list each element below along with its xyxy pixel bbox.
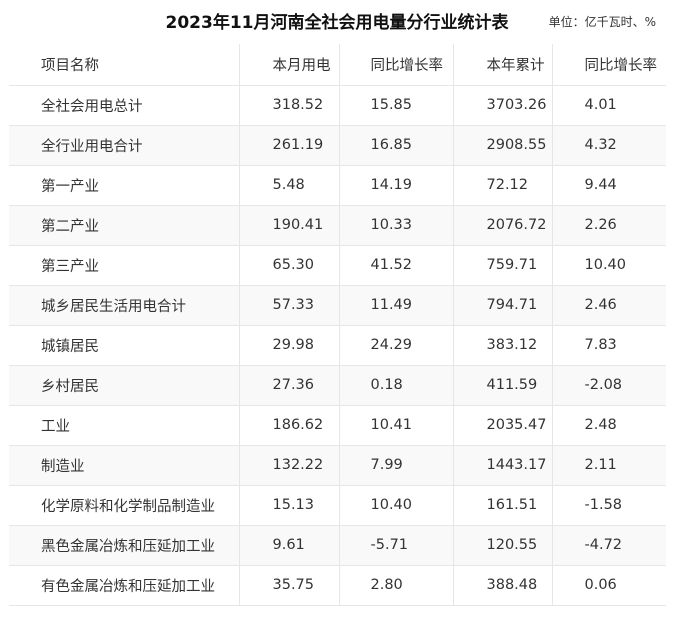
table-row: 化学原料和化学制品制造业 15.13 10.40 161.51 -1.58: [9, 485, 666, 526]
cell-year-total: 120.55: [453, 525, 553, 566]
table-row: 黑色金属冶炼和压延加工业 9.61 -5.71 120.55 -4.72: [9, 525, 666, 566]
cell-item-name: 乡村居民: [9, 365, 240, 406]
cell-year-total: 759.71: [453, 245, 553, 286]
header-cell-item-name: 项目名称: [9, 44, 240, 86]
cell-item-name: 全社会用电总计: [9, 85, 240, 126]
header-cell-month-yoy: 同比增长率: [339, 44, 454, 86]
cell-month-yoy: 41.52: [339, 245, 454, 286]
cell-item-name: 第一产业: [9, 165, 240, 206]
cell-year-yoy: 2.11: [552, 445, 666, 486]
cell-month-yoy: 16.85: [339, 125, 454, 166]
cell-year-total: 161.51: [453, 485, 553, 526]
cell-month-usage: 132.22: [239, 445, 340, 486]
cell-item-name: 第二产业: [9, 205, 240, 246]
cell-year-yoy: 0.06: [552, 565, 666, 606]
cell-year-yoy: 4.32: [552, 125, 666, 166]
cell-year-total: 388.48: [453, 565, 553, 606]
cell-year-total: 411.59: [453, 365, 553, 406]
table-header-row: 项目名称 本月用电 同比增长率 本年累计 同比增长率: [9, 44, 666, 86]
cell-year-yoy: -1.58: [552, 485, 666, 526]
cell-item-name: 第三产业: [9, 245, 240, 286]
cell-month-yoy: 2.80: [339, 565, 454, 606]
cell-month-usage: 186.62: [239, 405, 340, 446]
header-cell-month-usage: 本月用电: [239, 44, 340, 86]
electricity-stats-table: 项目名称 本月用电 同比增长率 本年累计 同比增长率 全社会用电总计 318.52…: [9, 44, 666, 606]
unit-label: 单位：亿千瓦时、%: [548, 15, 656, 29]
cell-year-total: 2035.47: [453, 405, 553, 446]
cell-month-yoy: 10.40: [339, 485, 454, 526]
cell-month-yoy: 10.33: [339, 205, 454, 246]
cell-month-usage: 27.36: [239, 365, 340, 406]
cell-month-yoy: 15.85: [339, 85, 454, 126]
cell-month-yoy: 14.19: [339, 165, 454, 206]
table-row: 制造业 132.22 7.99 1443.17 2.11: [9, 445, 666, 486]
cell-month-usage: 35.75: [239, 565, 340, 606]
table-row: 全行业用电合计 261.19 16.85 2908.55 4.32: [9, 125, 666, 166]
table-row: 乡村居民 27.36 0.18 411.59 -2.08: [9, 365, 666, 406]
cell-item-name: 有色金属冶炼和压延加工业: [9, 565, 240, 606]
cell-month-yoy: 11.49: [339, 285, 454, 326]
table-row: 城镇居民 29.98 24.29 383.12 7.83: [9, 325, 666, 366]
cell-item-name: 工业: [9, 405, 240, 446]
cell-year-yoy: 2.48: [552, 405, 666, 446]
table-row: 第二产业 190.41 10.33 2076.72 2.26: [9, 205, 666, 246]
cell-year-total: 1443.17: [453, 445, 553, 486]
cell-item-name: 全行业用电合计: [9, 125, 240, 166]
cell-month-yoy: 24.29: [339, 325, 454, 366]
cell-month-usage: 261.19: [239, 125, 340, 166]
table-row: 城乡居民生活用电合计 57.33 11.49 794.71 2.46: [9, 285, 666, 326]
cell-month-usage: 57.33: [239, 285, 340, 326]
cell-item-name: 制造业: [9, 445, 240, 486]
table-row: 第一产业 5.48 14.19 72.12 9.44: [9, 165, 666, 206]
cell-month-usage: 29.98: [239, 325, 340, 366]
table-row: 有色金属冶炼和压延加工业 35.75 2.80 388.48 0.06: [9, 565, 666, 606]
cell-month-yoy: 0.18: [339, 365, 454, 406]
cell-item-name: 城乡居民生活用电合计: [9, 285, 240, 326]
cell-year-yoy: 2.26: [552, 205, 666, 246]
cell-month-usage: 9.61: [239, 525, 340, 566]
cell-year-yoy: 4.01: [552, 85, 666, 126]
cell-year-total: 2076.72: [453, 205, 553, 246]
cell-year-yoy: -2.08: [552, 365, 666, 406]
table-row: 第三产业 65.30 41.52 759.71 10.40: [9, 245, 666, 286]
cell-month-usage: 318.52: [239, 85, 340, 126]
cell-item-name: 化学原料和化学制品制造业: [9, 485, 240, 526]
cell-month-usage: 15.13: [239, 485, 340, 526]
table-row: 工业 186.62 10.41 2035.47 2.48: [9, 405, 666, 446]
cell-month-usage: 65.30: [239, 245, 340, 286]
cell-month-usage: 190.41: [239, 205, 340, 246]
table-body: 项目名称 本月用电 同比增长率 本年累计 同比增长率 全社会用电总计 318.52…: [9, 44, 666, 606]
cell-year-total: 72.12: [453, 165, 553, 206]
header-cell-year-total: 本年累计: [453, 44, 553, 86]
cell-month-yoy: -5.71: [339, 525, 454, 566]
cell-year-total: 2908.55: [453, 125, 553, 166]
cell-month-usage: 5.48: [239, 165, 340, 206]
cell-month-yoy: 7.99: [339, 445, 454, 486]
cell-year-yoy: -4.72: [552, 525, 666, 566]
cell-year-total: 794.71: [453, 285, 553, 326]
cell-year-total: 383.12: [453, 325, 553, 366]
cell-month-yoy: 10.41: [339, 405, 454, 446]
cell-year-total: 3703.26: [453, 85, 553, 126]
cell-item-name: 城镇居民: [9, 325, 240, 366]
cell-year-yoy: 10.40: [552, 245, 666, 286]
cell-year-yoy: 9.44: [552, 165, 666, 206]
table-row: 全社会用电总计 318.52 15.85 3703.26 4.01: [9, 85, 666, 126]
cell-year-yoy: 7.83: [552, 325, 666, 366]
header-cell-year-yoy: 同比增长率: [552, 44, 666, 86]
cell-item-name: 黑色金属冶炼和压延加工业: [9, 525, 240, 566]
cell-year-yoy: 2.46: [552, 285, 666, 326]
